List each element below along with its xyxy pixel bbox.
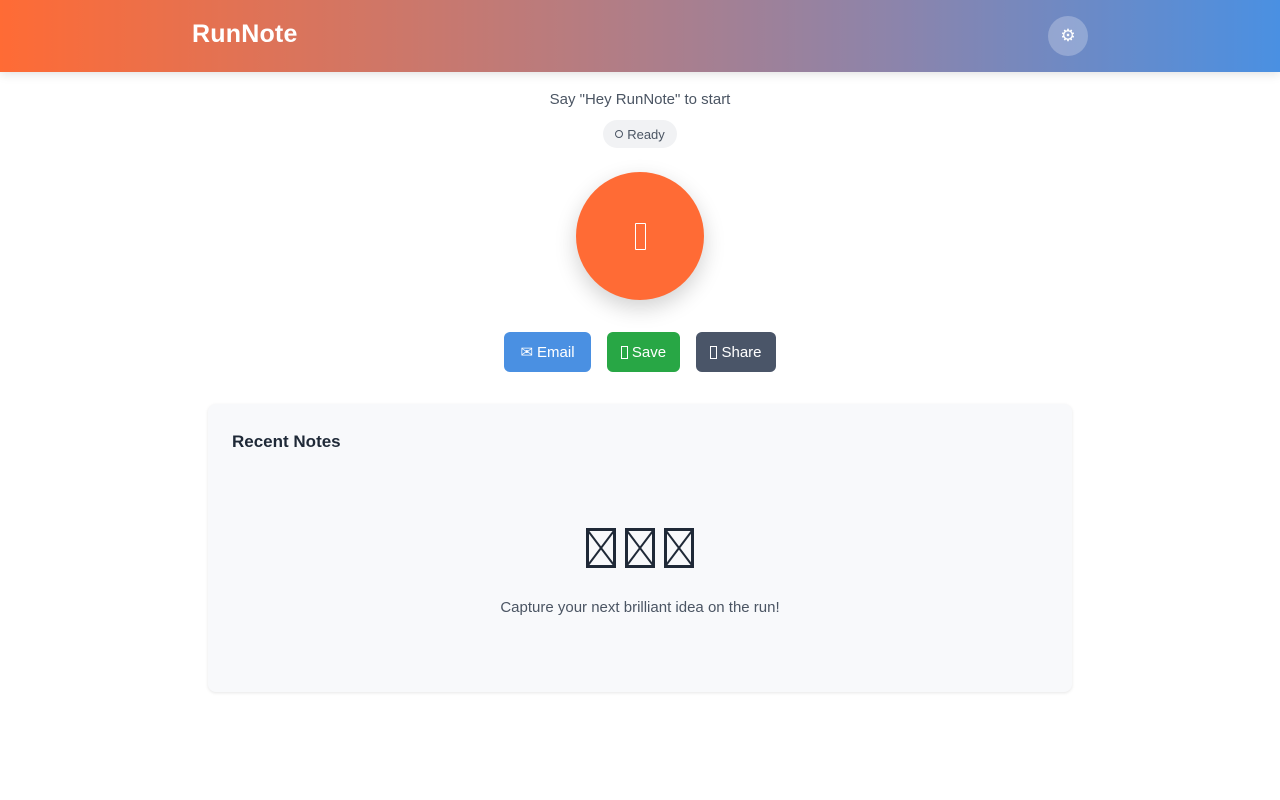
app-brand: RunNote xyxy=(192,20,298,48)
runner-icon xyxy=(586,528,616,568)
app-header: RunNote ⚙ xyxy=(0,0,1280,72)
save-icon xyxy=(620,345,628,359)
microphone-icon xyxy=(634,222,646,250)
wake-word-prompt: Say "Hey RunNote" to start xyxy=(549,91,731,108)
settings-button[interactable]: ⚙ xyxy=(1048,16,1088,56)
share-button-label: Share xyxy=(721,343,762,361)
recent-notes-panel: Recent Notes Capture your next brilliant… xyxy=(208,404,1072,692)
status-badge: Ready xyxy=(603,120,677,148)
email-button[interactable]: ✉ Email xyxy=(504,332,591,372)
share-button[interactable]: Share xyxy=(696,332,776,372)
email-button-label: Email xyxy=(537,343,575,361)
recent-notes-title: Recent Notes xyxy=(232,432,341,451)
gear-icon: ⚙ xyxy=(1060,26,1076,45)
status-circle-icon xyxy=(615,130,624,138)
envelope-icon: ✉ xyxy=(520,344,534,361)
empty-state-message: Capture your next brilliant idea on the … xyxy=(500,599,780,616)
save-button-label: Save xyxy=(631,343,667,361)
running-notes-icon xyxy=(208,528,1072,568)
share-icon xyxy=(710,345,718,359)
memo-icon xyxy=(625,528,655,568)
status-label: Ready xyxy=(627,126,665,142)
record-button[interactable] xyxy=(576,172,704,300)
save-button[interactable]: Save xyxy=(607,332,680,372)
lightbulb-icon xyxy=(664,528,694,568)
